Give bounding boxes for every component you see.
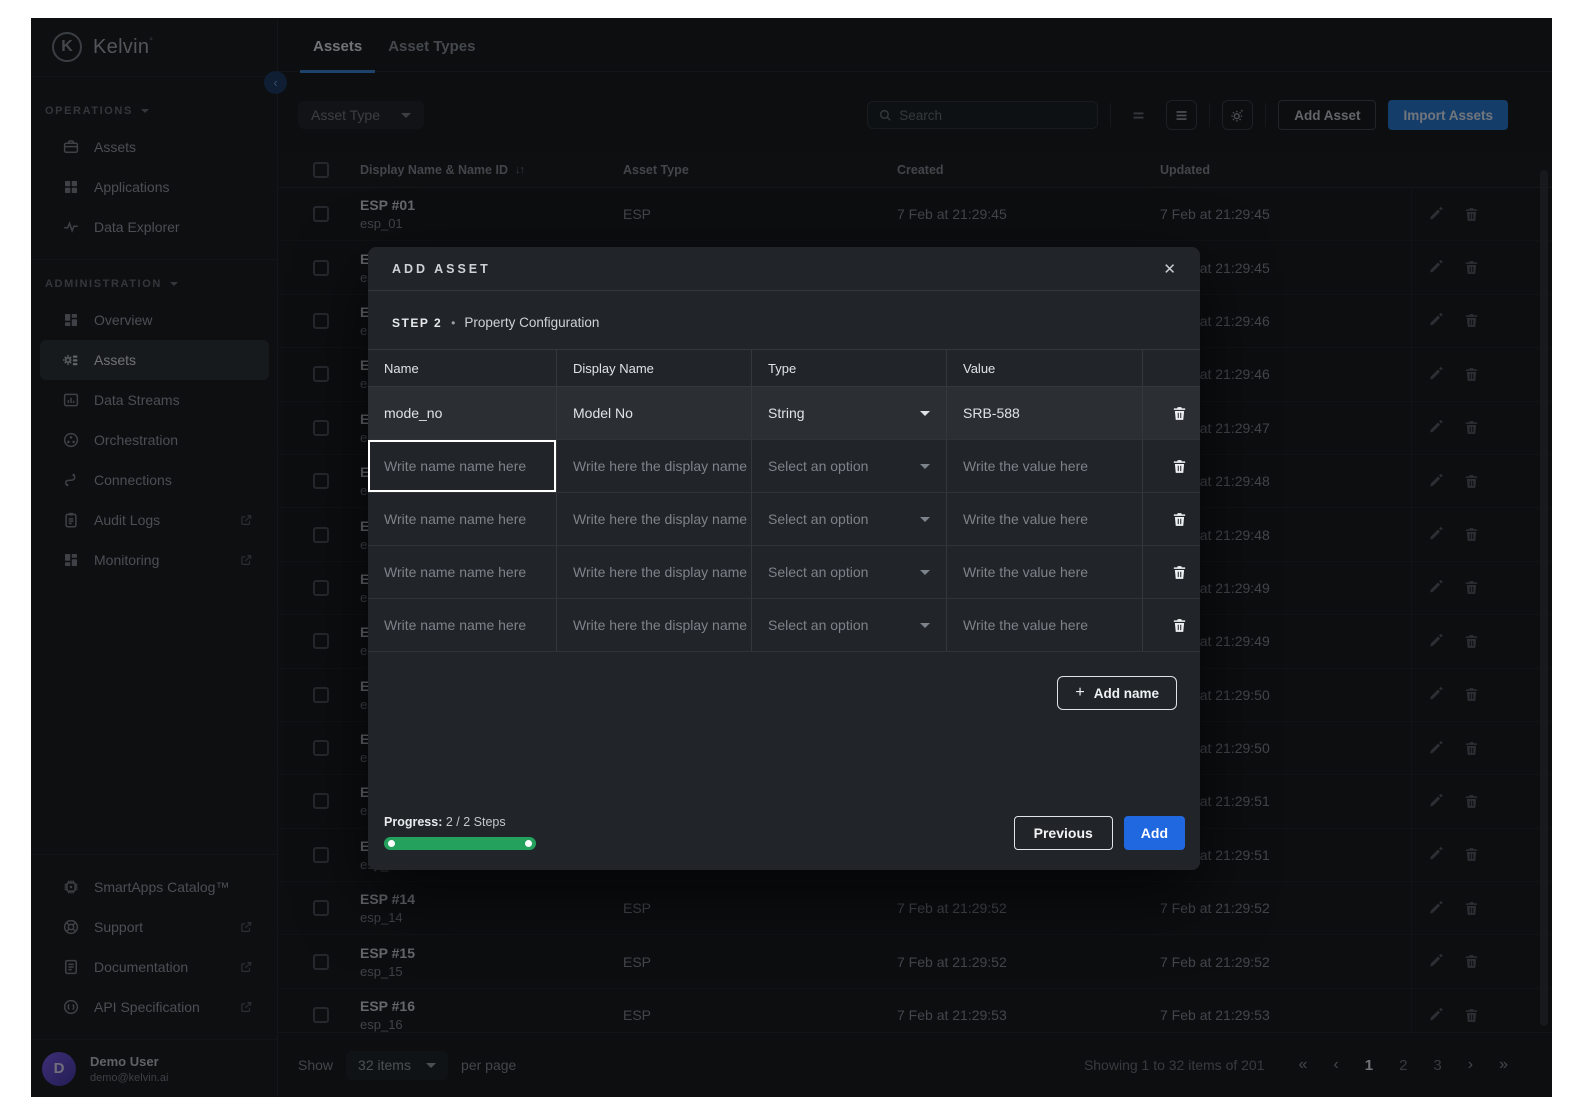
- property-table: Name Display Name Type Value String Selec…: [368, 349, 1200, 652]
- property-type-select[interactable]: String: [768, 405, 946, 421]
- type-cell: Select an option: [752, 599, 947, 651]
- property-row: Select an option: [368, 546, 1200, 599]
- type-cell: Select an option: [752, 546, 947, 598]
- chevron-down-icon: [920, 517, 930, 522]
- type-cell: String: [752, 387, 947, 439]
- trash-cell: [1143, 440, 1200, 492]
- chevron-down-icon: [920, 464, 930, 469]
- value-cell: [947, 493, 1143, 545]
- progress-bar: [384, 837, 536, 850]
- property-type-select[interactable]: Select an option: [768, 617, 946, 633]
- name-cell: [368, 599, 557, 651]
- step-name: Property Configuration: [464, 315, 599, 330]
- col-display-name: Display Name: [557, 350, 752, 386]
- display-name-cell: [557, 599, 752, 651]
- delete-property-button[interactable]: [1171, 458, 1188, 475]
- trash-cell: [1143, 493, 1200, 545]
- property-row: Select an option: [368, 599, 1200, 652]
- property-name-input[interactable]: [384, 458, 556, 474]
- modal-header: ADD ASSET ✕: [368, 247, 1200, 291]
- add-button[interactable]: Add: [1124, 816, 1185, 850]
- property-display-name-input[interactable]: [573, 564, 751, 580]
- progress-start-dot: [388, 840, 395, 847]
- col-type: Type: [752, 350, 947, 386]
- trash-cell: [1143, 546, 1200, 598]
- property-value-input[interactable]: [963, 617, 1142, 633]
- step-bullet: •: [451, 316, 455, 330]
- close-icon[interactable]: ✕: [1163, 260, 1176, 278]
- chevron-down-icon: [920, 411, 930, 416]
- property-table-header: Name Display Name Type Value: [368, 350, 1200, 387]
- property-row: Select an option: [368, 493, 1200, 546]
- step-number: STEP 2: [392, 316, 442, 330]
- type-cell: Select an option: [752, 493, 947, 545]
- property-row: String: [368, 387, 1200, 440]
- add-asset-modal: ADD ASSET ✕ STEP 2 • Property Configurat…: [368, 247, 1200, 870]
- property-value-input[interactable]: [963, 564, 1142, 580]
- step-indicator: STEP 2 • Property Configuration: [368, 291, 1200, 349]
- name-cell: [368, 440, 557, 492]
- display-name-cell: [557, 546, 752, 598]
- value-cell: [947, 440, 1143, 492]
- progress-section: Progress: 2 / 2 Steps: [384, 815, 536, 850]
- value-cell: [947, 599, 1143, 651]
- trash-cell: [1143, 387, 1200, 439]
- property-name-input[interactable]: [384, 564, 556, 580]
- property-value-input[interactable]: [963, 405, 1142, 421]
- progress-end-dot: [525, 840, 532, 847]
- property-display-name-input[interactable]: [573, 511, 751, 527]
- delete-property-button[interactable]: [1171, 405, 1188, 422]
- property-value-input[interactable]: [963, 511, 1142, 527]
- property-name-input[interactable]: [384, 617, 556, 633]
- display-name-cell: [557, 493, 752, 545]
- property-name-input[interactable]: [384, 511, 556, 527]
- name-cell: [368, 546, 557, 598]
- value-cell: [947, 546, 1143, 598]
- chevron-down-icon: [920, 623, 930, 628]
- property-display-name-input[interactable]: [573, 617, 751, 633]
- modal-bottom: + Add name Progress: 2 / 2 Steps Previou…: [368, 652, 1200, 870]
- add-name-button[interactable]: + Add name: [1057, 676, 1177, 710]
- property-display-name-input[interactable]: [573, 458, 751, 474]
- property-type-select[interactable]: Select an option: [768, 458, 946, 474]
- display-name-cell: [557, 440, 752, 492]
- plus-icon: +: [1075, 684, 1084, 702]
- app-window: K Kelvin° OPERATIONSAssetsApplicationsDa…: [31, 18, 1552, 1097]
- delete-property-button[interactable]: [1171, 617, 1188, 634]
- delete-property-button[interactable]: [1171, 564, 1188, 581]
- col-value: Value: [947, 350, 1143, 386]
- col-name: Name: [368, 350, 557, 386]
- screenshot-canvas: K Kelvin° OPERATIONSAssetsApplicationsDa…: [0, 0, 1580, 1120]
- property-row: Select an option: [368, 440, 1200, 493]
- previous-button[interactable]: Previous: [1014, 816, 1113, 850]
- display-name-cell: [557, 387, 752, 439]
- progress-value: 2 / 2 Steps: [446, 815, 506, 829]
- chevron-down-icon: [920, 570, 930, 575]
- progress-label: Progress:: [384, 815, 442, 829]
- modal-title: ADD ASSET: [392, 262, 491, 276]
- property-type-select[interactable]: Select an option: [768, 511, 946, 527]
- trash-cell: [1143, 599, 1200, 651]
- property-display-name-input[interactable]: [573, 405, 751, 421]
- name-cell: [368, 493, 557, 545]
- property-value-input[interactable]: [963, 458, 1142, 474]
- delete-property-button[interactable]: [1171, 511, 1188, 528]
- property-name-input[interactable]: [384, 405, 556, 421]
- property-type-select[interactable]: Select an option: [768, 564, 946, 580]
- value-cell: [947, 387, 1143, 439]
- name-cell: [368, 387, 557, 439]
- type-cell: Select an option: [752, 440, 947, 492]
